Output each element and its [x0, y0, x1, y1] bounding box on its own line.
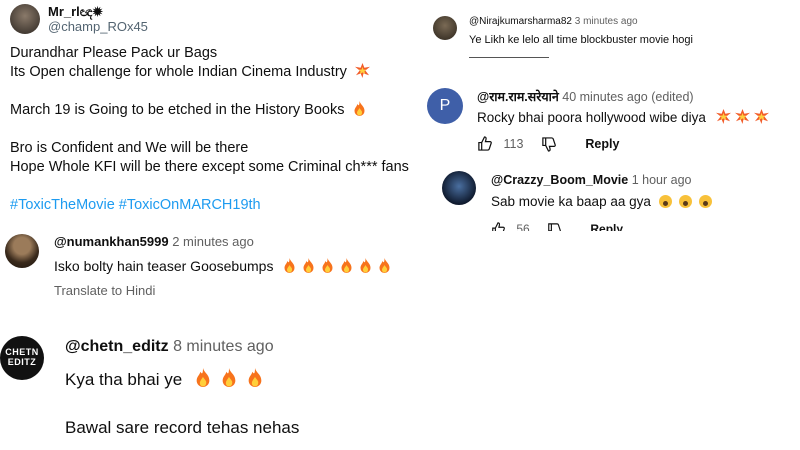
fire-emoji-group — [195, 368, 269, 389]
comment-header: @Crazzy_Boom_Movie 1 hour ago — [491, 173, 692, 187]
fire-emoji-icon — [303, 258, 314, 273]
comment-text: Bawal sare record tehas nehas — [65, 418, 300, 437]
action-row-partial — [469, 57, 549, 62]
comment-chetn-editz: CHETN EDITZ @chetn_editz 8 minutes ago K… — [0, 320, 420, 450]
tweet-line-text: March 19 is Going to be etched in the Hi… — [10, 102, 345, 118]
thumbs-down-icon[interactable] — [547, 223, 561, 231]
fire-emoji-icon — [196, 368, 210, 387]
avatar-logo-text: CHETN EDITZ — [5, 347, 39, 367]
comment-text-row: Sab movie ka baap aa gya — [491, 194, 712, 209]
comment-timestamp[interactable]: 1 hour ago — [632, 173, 692, 187]
comment-text: Kya tha bhai ye — [65, 370, 183, 389]
comment-header: @राम.राम.सरेयाने 40 minutes ago (edited) — [477, 88, 694, 105]
commenter-avatar[interactable] — [433, 16, 457, 40]
comment-ram-ram: P @राम.राम.सरेयाने 40 minutes ago (edite… — [425, 78, 800, 158]
comment-numankhan: @numankhan5999 2 minutes ago Isko bolty … — [0, 228, 420, 308]
collision-emoji-icon — [734, 109, 750, 124]
comment-header: @numankhan5999 2 minutes ago — [54, 234, 254, 249]
collision-emoji-icon — [715, 109, 731, 124]
comment-header: @Nirajkumarsharma82 3 minutes ago — [469, 16, 638, 27]
comment-username[interactable]: @Crazzy_Boom_Movie — [491, 173, 628, 187]
comment-text-row: Rocky bhai poora hollywood wibe diya — [477, 109, 769, 125]
comment-timestamp[interactable]: 2 minutes ago — [172, 234, 254, 249]
collision-emoji-group — [712, 109, 769, 125]
like-count: 113 — [503, 137, 524, 151]
astonished-face-emoji-icon — [658, 195, 672, 208]
action-row-partial: 56 Reply — [491, 222, 623, 231]
like-count: 56 — [516, 222, 530, 231]
commenter-avatar[interactable] — [5, 234, 39, 268]
tweet-card: Mr_rlඥ✹ @champ_ROx45 Durandhar Please Pa… — [0, 0, 420, 225]
astonished-face-emoji-icon — [678, 195, 692, 208]
action-row: 113 Reply — [477, 136, 619, 152]
tweet-body: Durandhar Please Pack ur Bags Its Open c… — [10, 44, 409, 215]
fire-emoji-group — [283, 258, 397, 274]
astonished-face-emoji-icon — [698, 195, 712, 208]
comment-username[interactable]: @numankhan5999 — [54, 234, 169, 249]
comment-header: @chetn_editz 8 minutes ago — [65, 338, 274, 356]
collision-emoji-icon — [753, 109, 769, 124]
fire-emoji-icon — [341, 258, 352, 273]
fire-emoji-icon — [322, 258, 333, 273]
tweet-line: Hope Whole KFI will be there except some… — [10, 159, 409, 175]
reply-button[interactable]: Reply — [590, 222, 623, 231]
comment-username[interactable]: @राम.राम.सरेयाने — [477, 90, 559, 104]
tweet-display-name[interactable]: Mr_rlඥ✹ — [48, 4, 103, 20]
commenter-avatar[interactable] — [442, 171, 476, 205]
translate-link[interactable]: Translate to Hindi — [54, 283, 155, 298]
tweet-line: Bro is Confident and We will be there — [10, 140, 249, 156]
commenter-avatar[interactable]: CHETN EDITZ — [0, 336, 44, 380]
comment-nirajkumarsharma: @Nirajkumarsharma82 3 minutes ago Ye Lik… — [425, 0, 800, 62]
comment-timestamp[interactable]: 40 minutes ago (edited) — [562, 90, 693, 104]
fire-emoji-icon — [222, 368, 236, 387]
fire-emoji-icon — [354, 101, 365, 116]
thumbs-down-icon[interactable] — [541, 137, 556, 152]
tweet-hashtags[interactable]: #ToxicTheMovie #ToxicOnMARCH19th — [10, 196, 409, 215]
tweet-author-avatar[interactable] — [10, 4, 40, 34]
comment-text-row: Isko bolty hain teaser Goosebumps — [54, 258, 397, 274]
tweet-line: March 19 is Going to be etched in the Hi… — [10, 101, 409, 120]
tweet-line-text: Its Open challenge for whole Indian Cine… — [10, 64, 347, 80]
commenter-avatar[interactable]: P — [427, 88, 463, 124]
tweet-line: Durandhar Please Pack ur Bags — [10, 45, 218, 61]
tweet-handle[interactable]: @champ_ROx45 — [48, 19, 148, 34]
comment-text: Isko bolty hain teaser Goosebumps — [54, 258, 274, 274]
comment-text: Rocky bhai poora hollywood wibe diya — [477, 110, 706, 125]
comment-timestamp[interactable]: 3 minutes ago — [575, 16, 638, 27]
tweet-line: Its Open challenge for whole Indian Cine… — [10, 63, 409, 82]
comment-text: Sab movie ka baap aa gya — [491, 194, 651, 209]
fire-emoji-icon — [379, 258, 390, 273]
fire-emoji-icon — [284, 258, 295, 273]
avatar-letter: P — [439, 97, 451, 114]
thumbs-up-icon[interactable] — [477, 136, 492, 151]
comment-username[interactable]: @chetn_editz — [65, 338, 169, 355]
collision-emoji-icon — [354, 63, 370, 78]
fire-emoji-icon — [248, 368, 262, 387]
fire-emoji-icon — [360, 258, 371, 273]
comment-username[interactable]: @Nirajkumarsharma82 — [469, 16, 572, 27]
comment-timestamp[interactable]: 8 minutes ago — [173, 338, 274, 355]
comment-text-row: Kya tha bhai ye — [65, 368, 269, 390]
comment-text: Ye Likh ke lelo all time blockbuster mov… — [469, 34, 693, 46]
thumbs-up-icon[interactable] — [491, 222, 505, 231]
astonished-emoji-group — [655, 194, 712, 209]
comment-crazzy-boom: @Crazzy_Boom_Movie 1 hour ago Sab movie … — [425, 165, 800, 231]
reply-button[interactable]: Reply — [585, 137, 619, 151]
